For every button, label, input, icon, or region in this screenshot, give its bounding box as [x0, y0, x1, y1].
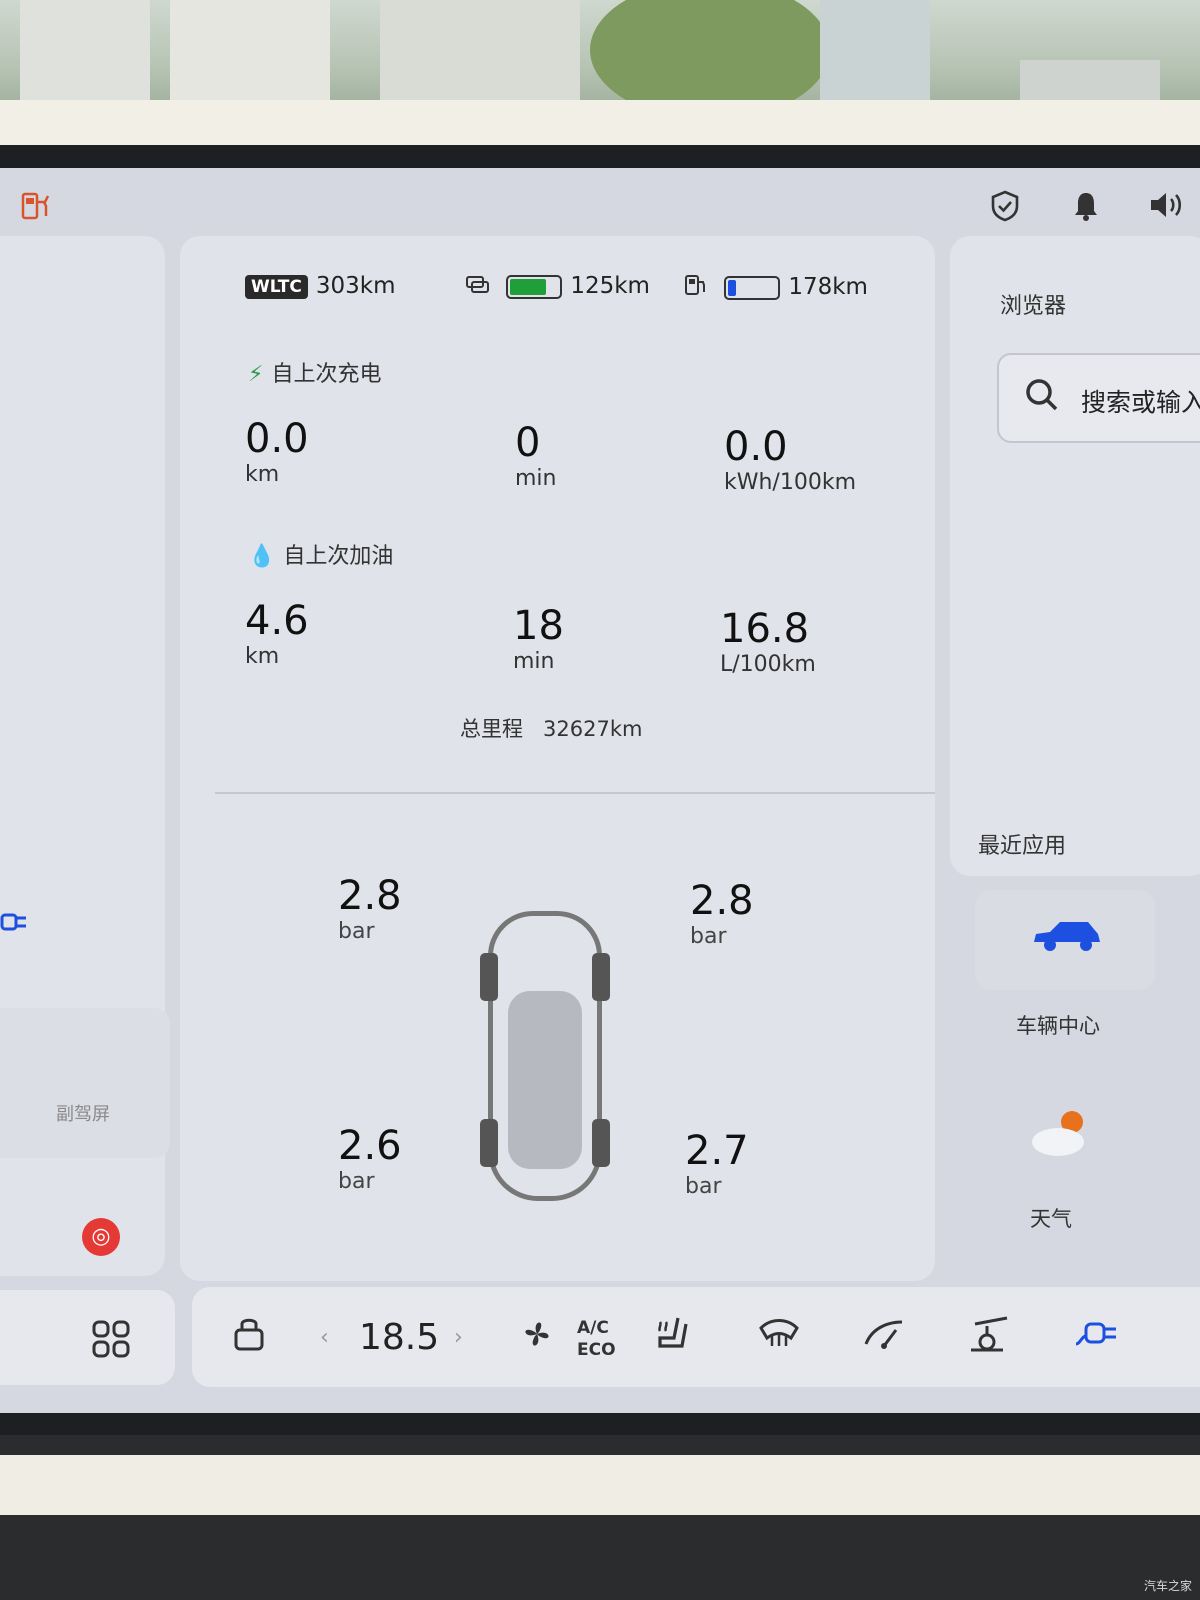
temp-up-button[interactable]: › — [454, 1325, 463, 1350]
watermark: 汽车之家 — [1143, 1579, 1192, 1593]
browser-card[interactable] — [950, 236, 1200, 876]
seat-heating-icon[interactable] — [652, 1314, 692, 1363]
wltc-range: WLTC 303km — [245, 273, 395, 299]
section-divider — [215, 792, 935, 794]
since-refuel-time: 18 min — [513, 603, 564, 674]
search-icon — [1024, 377, 1060, 422]
battery-level-bar — [506, 274, 563, 299]
browser-search-input[interactable]: 搜索或输入 — [997, 353, 1200, 443]
wiper-icon[interactable] — [862, 1314, 906, 1359]
ac-eco-button[interactable]: A/C ECO — [577, 1317, 616, 1361]
search-placeholder: 搜索或输入 — [1081, 388, 1200, 417]
temperature-value: 18.5 — [359, 1317, 440, 1358]
lightning-icon: ⚡ — [248, 362, 264, 387]
mirror-adjust-icon[interactable] — [967, 1314, 1011, 1363]
since-refuel-consumption: 16.8 L/100km — [720, 606, 816, 677]
wltc-range-value: 303km — [315, 273, 396, 299]
browser-title: 浏览器 — [1000, 294, 1067, 319]
tire-front-left: 2.8 bar — [338, 873, 402, 944]
passenger-screen-card[interactable]: 副驾屏 — [0, 1008, 170, 1158]
music-app-icon[interactable]: ◎ — [82, 1218, 120, 1256]
since-charge-consumption: 0.0 kWh/100km — [724, 424, 857, 495]
battery-range: 125km — [465, 273, 650, 300]
background-scene — [0, 0, 1200, 120]
odometer-label: 总里程 — [460, 717, 523, 741]
apps-grid-icon[interactable] — [92, 1320, 130, 1362]
app-weather[interactable] — [960, 1088, 1140, 1188]
infotainment-screen: 副驾屏 ◎ WLTC 303km 125km 178km ⚡ 自上次充电 0.0 k… — [0, 168, 1200, 1413]
weather-icon — [1030, 1108, 1090, 1162]
fuel-range: 178km — [683, 273, 868, 302]
car-top-view-icon — [470, 903, 620, 1213]
display-bezel-bottom — [0, 1455, 1200, 1515]
since-refuel-distance: 4.6 km — [245, 598, 309, 669]
tire-rear-right: 2.7 bar — [685, 1128, 749, 1199]
fuel-range-value: 178km — [788, 274, 868, 300]
odometer: 总里程 32627km — [460, 713, 642, 743]
shield-check-icon[interactable] — [990, 190, 1020, 229]
lock-icon[interactable] — [232, 1314, 266, 1361]
status-bar — [0, 168, 1200, 238]
dashboard-lower: 汽车之家 — [0, 1515, 1200, 1600]
app-weather-label: 天气 — [1030, 1207, 1072, 1231]
car-icon — [1030, 918, 1104, 958]
volume-icon[interactable] — [1148, 190, 1184, 227]
since-charge-title: ⚡ 自上次充电 — [248, 362, 382, 387]
tire-front-right: 2.8 bar — [690, 878, 754, 949]
odometer-value: 32627km — [543, 717, 643, 741]
climate-dock: ‹ 18.5 › A/C ECO — [192, 1287, 1200, 1387]
since-refuel-title: 💧 自上次加油 — [248, 544, 394, 569]
fuel-level-bar — [724, 275, 781, 300]
water-drop-icon: 💧 — [248, 544, 276, 569]
recent-apps-title: 最近应用 — [978, 834, 1067, 859]
front-defrost-icon[interactable] — [757, 1314, 801, 1359]
since-charge-time: 0 min — [515, 420, 557, 491]
fuel-pump-icon[interactable] — [20, 190, 54, 231]
wltc-badge: WLTC — [245, 274, 308, 299]
charging-plug-icon[interactable] — [0, 908, 30, 943]
app-vehicle-center-label: 车辆中心 — [1016, 1014, 1100, 1038]
battery-range-value: 125km — [570, 273, 650, 299]
battery-car-icon — [465, 273, 491, 300]
bell-icon[interactable] — [1072, 190, 1100, 229]
left-dock — [0, 1290, 175, 1385]
fuel-gauge-icon — [683, 273, 709, 302]
tire-rear-left: 2.6 bar — [338, 1123, 402, 1194]
charging-port-icon[interactable] — [1072, 1314, 1124, 1359]
app-vehicle-center[interactable] — [975, 890, 1155, 990]
since-charge-distance: 0.0 km — [245, 416, 309, 487]
temp-down-button[interactable]: ‹ — [320, 1325, 329, 1350]
fan-icon[interactable] — [517, 1314, 557, 1363]
passenger-screen-label: 副驾屏 — [56, 1104, 110, 1125]
